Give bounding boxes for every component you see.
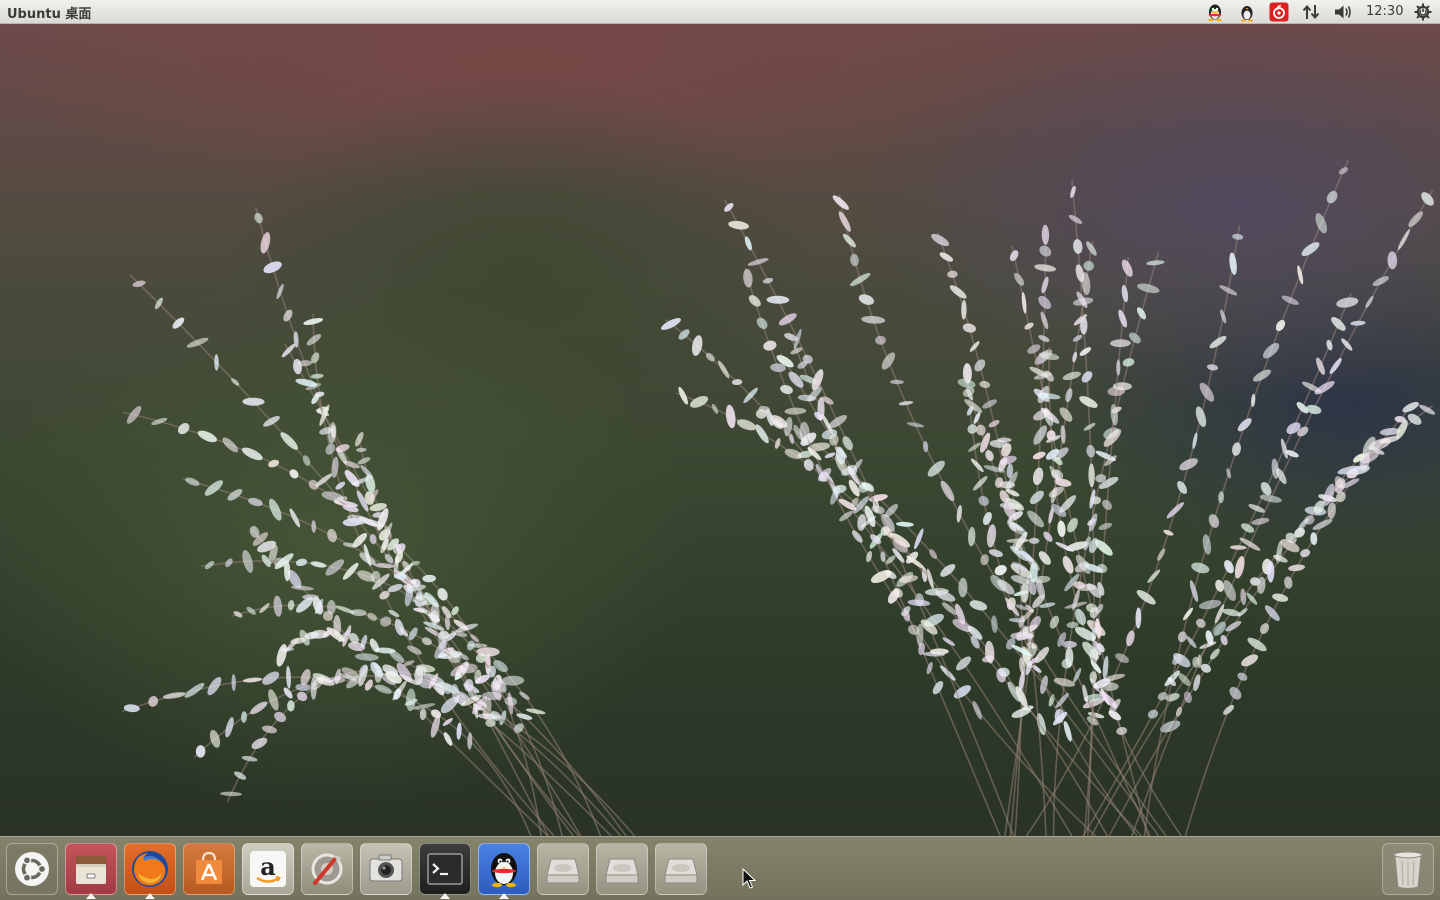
launcher-dock: a [0, 836, 1440, 900]
volume-icon[interactable] [1331, 0, 1357, 24]
software-center-button[interactable] [183, 843, 235, 895]
firefox-button[interactable] [124, 843, 176, 895]
drive-3-button[interactable] [655, 843, 707, 895]
system-settings-button[interactable] [301, 843, 353, 895]
terminal-button[interactable] [419, 843, 471, 895]
wallpaper-grass-art [122, 159, 1436, 836]
hard-drive-icon [664, 858, 698, 884]
shopping-bag-icon [196, 851, 222, 884]
running-indicator [440, 893, 450, 899]
ubuntu-dash-button[interactable] [6, 843, 58, 895]
window-title: Ubuntu 桌面 [7, 7, 92, 22]
running-indicator [145, 893, 155, 899]
power-gear-icon[interactable] [1410, 0, 1436, 24]
camera-icon [369, 854, 403, 882]
amazon-icon: a [250, 851, 286, 887]
qq-penguin-icon [491, 853, 517, 888]
desktop-wallpaper [0, 24, 1440, 836]
ubuntu-logo-icon [15, 852, 49, 886]
file-cabinet-icon [76, 856, 106, 884]
trash-icon [1393, 851, 1423, 889]
camera-button[interactable] [360, 843, 412, 895]
amazon-button[interactable]: a [242, 843, 294, 895]
qq-icon[interactable] [1202, 0, 1228, 24]
grass-plumes [122, 159, 1436, 836]
clock-label[interactable]: 12:30 [1366, 4, 1403, 19]
firefox-icon [132, 851, 168, 887]
trash-button[interactable] [1382, 843, 1434, 895]
running-indicator [86, 893, 96, 899]
wrench-screwdriver-icon [311, 853, 343, 885]
hard-drive-icon [605, 858, 639, 884]
mouse-cursor-icon [742, 868, 756, 889]
top-panel: Ubuntu 桌面 12:30 [0, 0, 1440, 24]
tux-icon[interactable] [1234, 0, 1260, 24]
svg-text:a: a [260, 852, 276, 881]
qq-app-button[interactable] [478, 843, 530, 895]
network-icon[interactable] [1298, 0, 1324, 24]
hard-drive-icon [546, 858, 580, 884]
drive-1-button[interactable] [537, 843, 589, 895]
files-button[interactable] [65, 843, 117, 895]
drive-2-button[interactable] [596, 843, 648, 895]
terminal-icon [427, 853, 463, 885]
running-indicator [499, 893, 509, 899]
netease-music-icon[interactable] [1266, 0, 1292, 24]
